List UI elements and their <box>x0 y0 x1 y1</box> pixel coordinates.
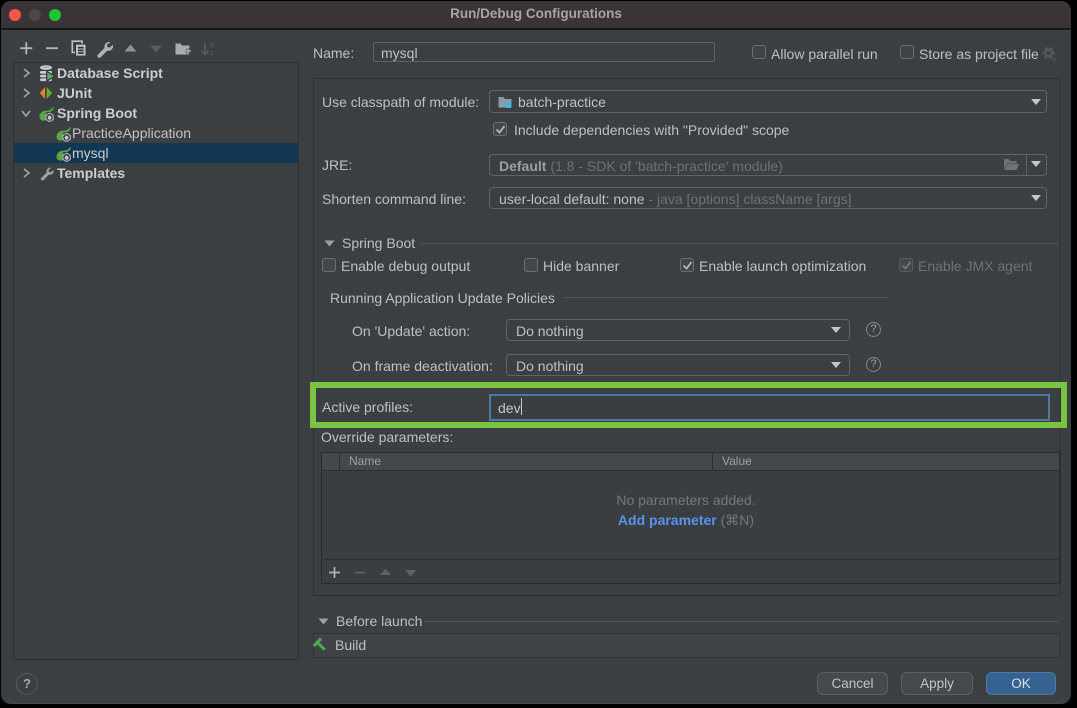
svg-text:z: z <box>210 48 214 57</box>
